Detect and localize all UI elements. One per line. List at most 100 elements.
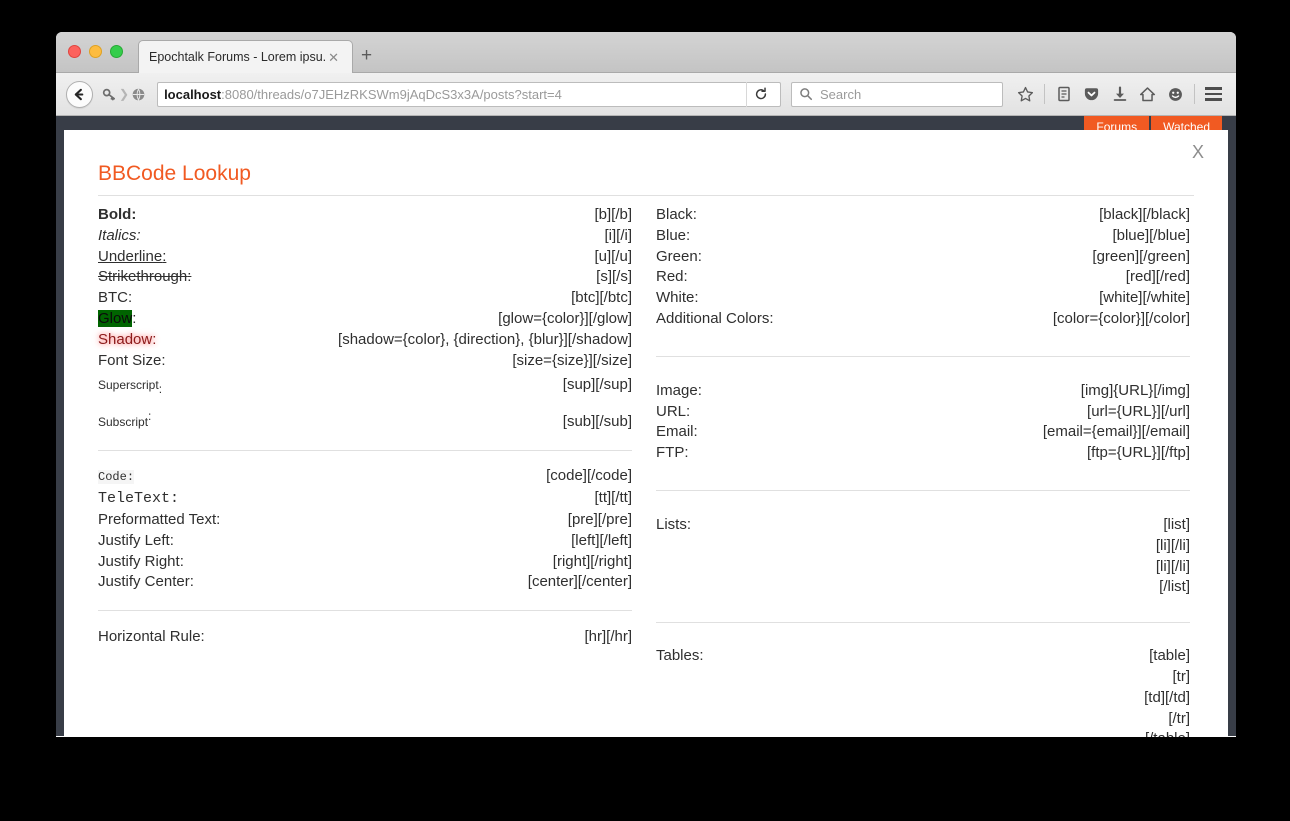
bbcode-row-teletext: TeleText: [tt][/tt] [98, 488, 632, 510]
bbcode-row-ftp: FTP: [ftp={URL}][/ftp] [656, 443, 1190, 464]
row-label: Black: [656, 206, 697, 223]
close-modal-button[interactable]: X [1192, 142, 1204, 163]
row-label: Code: [98, 470, 135, 485]
window-controls [68, 45, 123, 58]
maximize-window-button[interactable] [110, 45, 123, 58]
table-tag-line: [table] [1149, 647, 1190, 665]
list-tag-line: [/list] [1159, 578, 1190, 596]
row-tag: [b][/b] [594, 206, 632, 223]
row-label: Superscript: [98, 378, 163, 397]
toolbar-divider [1044, 84, 1045, 104]
row-tag: [tt][/tt] [594, 489, 632, 507]
row-label: Image: [656, 381, 702, 399]
row-tag: [color={color}][/color] [1052, 309, 1190, 327]
row-label: Lists: [656, 515, 692, 533]
library-button[interactable] [1051, 82, 1076, 107]
list-tag-line: [li][/li] [1155, 536, 1190, 554]
title-divider [98, 195, 1194, 196]
right-divider-3 [656, 622, 1190, 624]
row-label: TeleText: [98, 490, 180, 508]
list-tag-line: [li][/li] [1155, 557, 1190, 575]
back-arrow-icon [74, 88, 84, 100]
left-divider-2 [98, 610, 632, 612]
back-button[interactable] [66, 80, 93, 108]
bbcode-row-italics: Italics: [i][/i] [98, 226, 632, 247]
row-label: Justify Left: [98, 531, 174, 549]
pocket-icon [1084, 87, 1099, 100]
row-label: White: [656, 289, 699, 307]
row-tag-stack: [table] [tr] [td][/td] [/tr] [/table] [1144, 646, 1190, 737]
bbcode-row-glow: Glow: [glow={color}][/glow] [98, 309, 632, 330]
row-tag: [sup][/sup] [562, 376, 632, 394]
row-label: Red: [656, 268, 688, 286]
row-tag: [u][/u] [594, 247, 632, 265]
row-tag: [btc][/btc] [571, 289, 632, 307]
list-tag-line: [list] [1163, 515, 1190, 533]
identity-box[interactable]: ❯ [97, 82, 146, 107]
minimize-window-button[interactable] [89, 45, 102, 58]
search-icon [800, 88, 813, 101]
row-label: Underline: [98, 247, 167, 265]
row-label: Bold: [98, 206, 137, 223]
browser-tab[interactable]: Epochtalk Forums - Lorem ipsu... ✕ [138, 40, 353, 73]
bbcode-row-shadow: Shadow: [shadow={color}, {direction}, {b… [98, 330, 632, 351]
row-tag: [i][/i] [604, 226, 632, 244]
home-button[interactable] [1135, 82, 1160, 107]
new-tab-button[interactable]: + [361, 46, 372, 65]
row-tag: [email={email}][/email] [1042, 423, 1190, 441]
row-label: Justify Center: [98, 573, 194, 591]
left-column: Bold: [b][/b] Italics: [i][/i] Underline… [98, 205, 632, 737]
row-label: Strikethrough: [98, 268, 192, 286]
row-tag: [black][/black] [1099, 206, 1190, 223]
row-label: FTP: [656, 444, 689, 462]
bbcode-row-black: Black: [black][/black] [656, 205, 1190, 226]
row-tag: [url={URL}][/url] [1087, 402, 1190, 420]
chevron-right-icon: ❯ [119, 87, 130, 101]
bookmark-star-button[interactable] [1013, 82, 1038, 107]
downloads-button[interactable] [1107, 82, 1132, 107]
browser-toolbar: ❯ localhost:8080/threads/o7JEHzRKSWm9jAq… [56, 73, 1236, 116]
search-box[interactable]: Search [791, 81, 1003, 107]
library-icon [1057, 86, 1070, 102]
row-label: Italics: [98, 226, 141, 244]
menu-button[interactable] [1201, 82, 1226, 107]
close-window-button[interactable] [68, 45, 81, 58]
row-tag: [img]{URL}[/img] [1080, 381, 1190, 399]
toolbar-icons [1013, 82, 1226, 107]
bbcode-row-preformatted: Preformatted Text: [pre][/pre] [98, 510, 632, 531]
row-tag: [s][/s] [596, 268, 632, 286]
bbcode-row-blue: Blue: [blue][/blue] [656, 226, 1190, 247]
row-tag: [right][/right] [552, 552, 632, 570]
tab-close-icon[interactable]: ✕ [325, 51, 342, 64]
row-label: URL: [656, 402, 691, 420]
key-icon [102, 87, 117, 102]
row-label: Shadow: [98, 330, 157, 348]
pocket-button[interactable] [1079, 82, 1104, 107]
row-label: Blue: [656, 226, 691, 244]
row-tag: [green][/green] [1092, 247, 1190, 265]
row-label: Justify Right: [98, 552, 184, 570]
feedback-button[interactable] [1163, 82, 1188, 107]
bbcode-row-image: Image: [img]{URL}[/img] [656, 381, 1190, 402]
reload-icon [755, 87, 766, 100]
modal-title: BBCode Lookup [98, 162, 251, 185]
home-icon [1139, 86, 1156, 101]
row-label: Horizontal Rule: [98, 628, 205, 646]
toolbar-divider-2 [1194, 84, 1195, 104]
smiley-icon [1169, 87, 1182, 101]
right-column: Black: [black][/black] Blue: [blue][/blu… [656, 205, 1190, 737]
bbcode-row-underline: Underline: [u][/u] [98, 247, 632, 268]
row-tag: [blue][/blue] [1112, 226, 1190, 244]
table-tag-line: [td][/td] [1144, 688, 1190, 706]
star-icon [1017, 86, 1034, 101]
tab-title: Epochtalk Forums - Lorem ipsu... [149, 50, 326, 64]
row-tag: [left][/left] [571, 531, 632, 549]
row-label: Glow: [98, 309, 137, 327]
url-bar[interactable]: localhost:8080/threads/o7JEHzRKSWm9jAqDc… [157, 81, 781, 107]
bbcode-row-font-size: Font Size: [size={size}][/size] [98, 351, 632, 372]
reload-button[interactable] [746, 81, 774, 107]
row-tag: [shadow={color}, {direction}, {blur}][/s… [338, 330, 632, 348]
bbcode-row-bold: Bold: [b][/b] [98, 205, 632, 226]
bbcode-row-green: Green: [green][/green] [656, 247, 1190, 268]
row-label: Preformatted Text: [98, 510, 221, 528]
